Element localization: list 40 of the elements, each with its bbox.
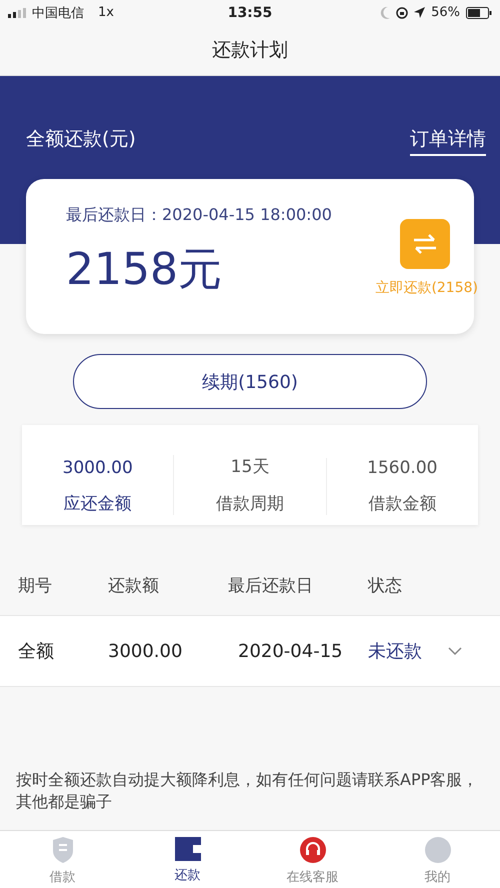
- swap-arrows-icon: [412, 233, 438, 255]
- column-header: 还款额: [108, 574, 160, 596]
- stat-value: 3000.00: [62, 458, 133, 478]
- due-date: 最后还款日：2020-04-15 18:00:00: [66, 205, 332, 226]
- signal-icon: [8, 8, 26, 18]
- tab-bar-item[interactable]: 在线客服: [250, 831, 375, 888]
- tab-bar-item[interactable]: 我的: [375, 831, 500, 888]
- order-details-link[interactable]: 订单详情: [410, 126, 486, 156]
- amount-due: 2158元: [66, 243, 223, 297]
- stat-label: 应还金额: [64, 493, 132, 515]
- table-cell-text: 全额: [18, 640, 55, 663]
- network-speed: 1x: [98, 5, 114, 20]
- table-cell-text: 2020-04-15: [237, 640, 344, 662]
- carrier-name: 中国电信: [32, 4, 84, 22]
- renew-button[interactable]: 续期(1560): [73, 354, 427, 409]
- chevron-icon[interactable]: [448, 646, 462, 656]
- column-header: 最后还款日: [228, 574, 314, 596]
- stat-label: 借款金额: [368, 493, 436, 515]
- rotation-lock-icon: [396, 6, 408, 18]
- page-title: 还款计划: [212, 38, 288, 63]
- repay-now-button[interactable]: [400, 219, 450, 269]
- tab-bar-item[interactable]: 还款: [125, 831, 250, 888]
- stat-value: 15天: [230, 456, 270, 478]
- battery-icon: [466, 6, 492, 18]
- moon-icon: [380, 6, 390, 18]
- tab-bar-item[interactable]: 借款: [0, 831, 125, 888]
- column-header: 状态: [368, 574, 403, 596]
- location-arrow-icon: [414, 7, 426, 18]
- total-repayment-label: 全额还款(元): [26, 127, 136, 152]
- battery-percent: 56%: [431, 5, 460, 20]
- notice-text: 按时全额还款自动提大额降利息，如有任何问题请联系APP客服，其他都是骗子: [15, 769, 480, 813]
- repay-now-label[interactable]: 立即还款(2158): [375, 279, 478, 297]
- headset-icon: [300, 837, 326, 863]
- stat-value: 1560.00: [367, 458, 438, 478]
- table-cell-text: 未还款: [368, 640, 422, 663]
- stat-label: 借款周期: [216, 493, 284, 515]
- table-cell-text: 3000.00: [108, 640, 184, 662]
- clock-time: 13:55: [228, 4, 272, 20]
- shield-icon: [50, 837, 74, 863]
- column-header: 期号: [18, 574, 53, 596]
